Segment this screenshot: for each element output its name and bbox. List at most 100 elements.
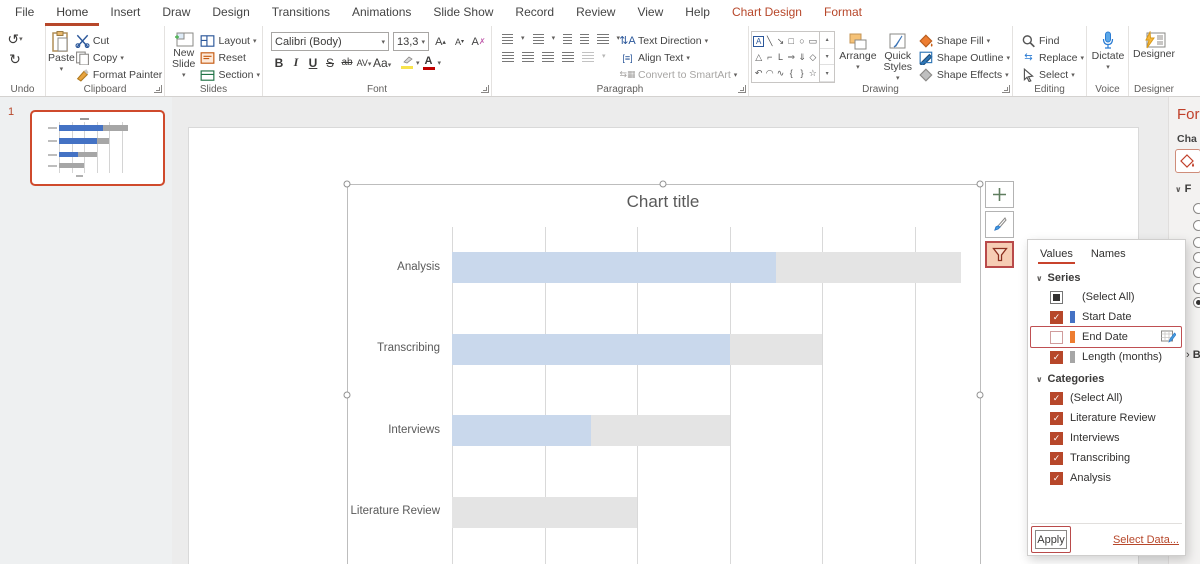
ribbon-tab-file[interactable]: File [4, 0, 45, 26]
category-row-transcribing[interactable]: ✓ Transcribing [1028, 448, 1185, 468]
redo-button[interactable]: ↻ [2, 49, 28, 69]
fill-option-radio[interactable] [1193, 283, 1200, 294]
align-center-button[interactable] [522, 52, 534, 62]
columns-button[interactable] [582, 52, 594, 62]
clear-formatting-button[interactable]: A ✗ [471, 35, 486, 49]
shape-right-arrow-icon[interactable]: ⇒ [787, 52, 795, 63]
ribbon-tab-insert[interactable]: Insert [99, 0, 151, 26]
checkbox-checked[interactable]: ✓ [1050, 391, 1063, 405]
bar-start-date[interactable] [452, 333, 730, 365]
checkbox-checked[interactable]: ✓ [1050, 310, 1063, 324]
slide-thumbnail[interactable] [30, 110, 165, 186]
shape-star-icon[interactable]: ☆ [809, 68, 817, 79]
drawing-dialog-launcher[interactable] [1002, 85, 1010, 93]
clipboard-dialog-launcher[interactable] [154, 85, 162, 93]
line-spacing-button[interactable] [597, 34, 609, 44]
fill-option-radio[interactable] [1193, 203, 1200, 214]
more-shapes-icon[interactable]: ▾ [820, 65, 835, 83]
strikethrough-button[interactable]: S [322, 56, 338, 70]
shape-arrow-icon[interactable]: ↘ [777, 36, 785, 47]
bar-start-date[interactable] [452, 252, 776, 283]
quick-styles-button[interactable]: Quick Styles ▾ [881, 31, 915, 85]
category-row-analysis[interactable]: ✓ Analysis [1028, 468, 1185, 488]
shape-rectangle-icon[interactable]: □ [789, 36, 794, 46]
italic-button[interactable]: I [288, 55, 304, 70]
scroll-up-icon[interactable]: ▴ [820, 32, 835, 49]
resize-handle-top-left[interactable] [343, 180, 351, 188]
resize-handle-top-right[interactable] [976, 180, 984, 188]
shape-left-brace-icon[interactable]: { [790, 68, 793, 78]
shape-line-icon[interactable]: ╲ [767, 36, 772, 47]
shape-scribble-icon[interactable]: ↶ [755, 68, 763, 79]
category-row-literature-review[interactable]: ✓ Literature Review [1028, 408, 1185, 428]
find-button[interactable]: Find [1021, 32, 1084, 49]
shape-gallery-scrollbar[interactable]: ▴ ▾ ▾ [819, 32, 835, 83]
numbering-button[interactable] [532, 34, 544, 44]
ribbon-tab-slide-show[interactable]: Slide Show [422, 0, 504, 26]
edit-series-data-icon[interactable] [1161, 330, 1177, 346]
ribbon-tab-animations[interactable]: Animations [341, 0, 422, 26]
resize-handle-middle-right[interactable] [976, 391, 984, 399]
undo-button[interactable]: ↺ ▾ [2, 29, 28, 49]
dictate-button[interactable]: Dictate ▾ [1089, 29, 1127, 83]
shape-gallery[interactable]: A ╲ ↘ □ ○ ▭ △ ⌐ L ⇒ ⇓ ◇ ↶ ◠ ∿ {} ☆ ▴ ▾ ▾ [751, 31, 836, 83]
series-row-start-date[interactable]: ✓ Start Date [1028, 307, 1185, 327]
series-section-header[interactable]: ∨ Series [1028, 266, 1185, 287]
designer-button[interactable]: Designer [1131, 29, 1177, 83]
bar-length-months[interactable] [452, 496, 637, 528]
ribbon-tab-transitions[interactable]: Transitions [261, 0, 341, 26]
shape-elbow-icon[interactable]: ⌐ [767, 52, 772, 62]
copy-button[interactable]: Copy ▾ [75, 49, 162, 66]
cut-button[interactable]: Cut [75, 32, 162, 49]
shape-fill-button[interactable]: Shape Fill ▾ [919, 32, 1010, 49]
increase-font-size-button[interactable]: A ▴ [433, 35, 448, 49]
fill-option-radio[interactable] [1193, 237, 1200, 248]
fill-section-header[interactable]: ∨ F [1175, 183, 1191, 195]
replace-button[interactable]: ⇆ Replace ▾ [1021, 49, 1084, 66]
border-section-header[interactable]: › B [1186, 349, 1200, 361]
resize-handle-middle-left[interactable] [343, 391, 351, 399]
layout-button[interactable]: Layout ▾ [200, 32, 260, 49]
change-case-button[interactable]: Aa▾ [373, 56, 391, 70]
font-color-button[interactable]: A [421, 55, 437, 70]
ribbon-tab-design[interactable]: Design [201, 0, 260, 26]
filter-tab-names[interactable]: Names [1091, 248, 1126, 260]
bullets-button[interactable] [502, 34, 514, 44]
resize-handle-top-center[interactable] [659, 180, 667, 188]
justify-button[interactable] [562, 52, 574, 62]
checkbox-unchecked[interactable] [1050, 330, 1063, 344]
checkbox-checked[interactable]: ✓ [1050, 471, 1063, 485]
shape-curve-icon[interactable]: ∿ [777, 68, 785, 79]
scroll-down-icon[interactable]: ▾ [820, 49, 835, 66]
shape-arc-icon[interactable]: ◠ [766, 68, 774, 79]
fill-option-radio[interactable] [1193, 220, 1200, 231]
shape-oval-icon[interactable]: ○ [799, 36, 804, 46]
bar-start-date[interactable] [452, 415, 591, 446]
checkbox-indeterminate[interactable] [1050, 290, 1063, 304]
series-row-end-date[interactable]: End Date [1028, 326, 1185, 348]
shape-effects-button[interactable]: Shape Effects ▾ [919, 66, 1010, 83]
bar-length-months[interactable] [775, 252, 961, 283]
shape-outline-button[interactable]: Shape Outline ▾ [919, 49, 1010, 66]
subscript-button[interactable]: ab [339, 57, 355, 68]
increase-indent-button[interactable] [580, 34, 590, 44]
paragraph-dialog-launcher[interactable] [738, 85, 746, 93]
arrange-button[interactable]: Arrange ▾ [839, 31, 877, 85]
format-painter-button[interactable]: Format Painter [75, 66, 162, 83]
reset-button[interactable]: Reset [200, 49, 260, 66]
font-dialog-launcher[interactable] [481, 85, 489, 93]
highlight-color-button[interactable] [399, 56, 415, 69]
ribbon-tab-draw[interactable]: Draw [151, 0, 201, 26]
ribbon-tab-help[interactable]: Help [674, 0, 721, 26]
checkbox-checked[interactable]: ✓ [1050, 411, 1063, 425]
fill-line-tab[interactable] [1175, 149, 1200, 173]
ribbon-tab-format[interactable]: Format [813, 0, 873, 26]
text-direction-button[interactable]: ⇅A Text Direction ▾ [619, 32, 737, 49]
category-row--select-all-[interactable]: ✓ (Select All) [1028, 388, 1185, 408]
align-right-button[interactable] [542, 52, 554, 62]
chart-title[interactable]: Chart title [513, 192, 813, 212]
paste-button[interactable]: Paste ▾ [48, 29, 75, 83]
shape-triangle-icon[interactable]: △ [755, 52, 762, 63]
ribbon-tab-record[interactable]: Record [504, 0, 565, 26]
series-row-length-months-[interactable]: ✓ Length (months) [1028, 347, 1185, 367]
